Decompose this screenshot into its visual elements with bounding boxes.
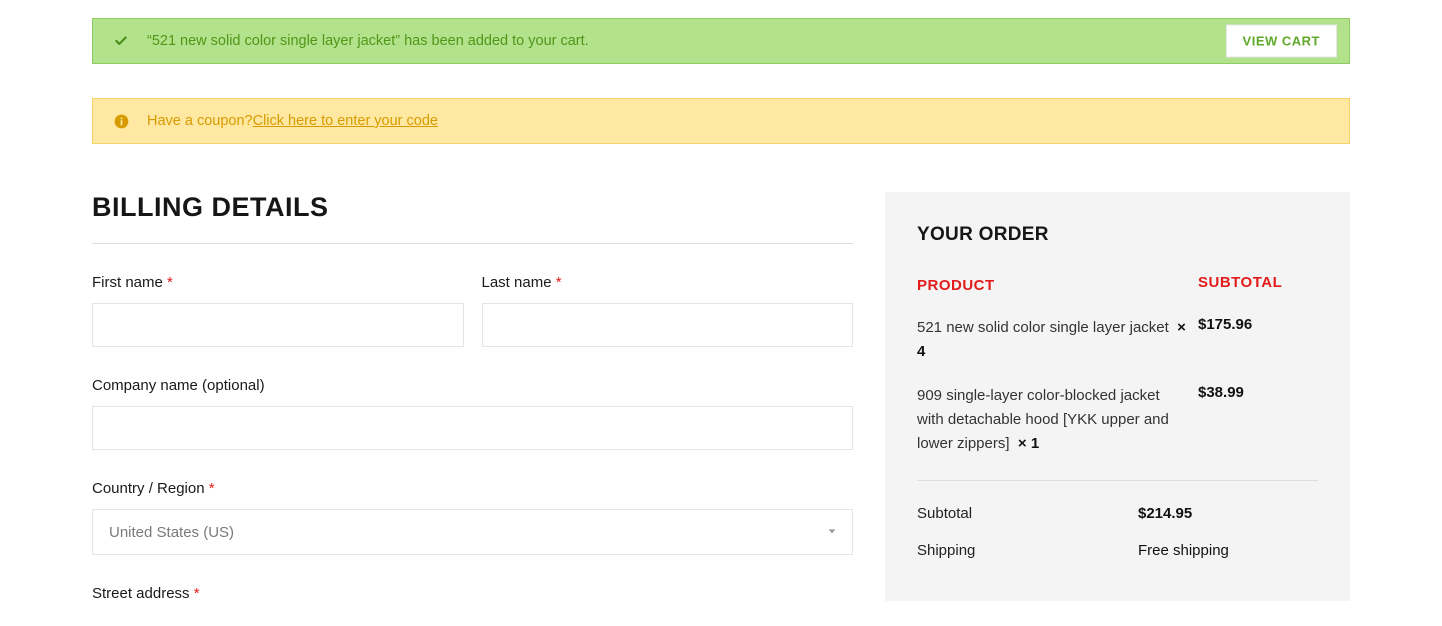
subtotal-row: Subtotal $214.95 bbox=[917, 495, 1318, 532]
shipping-row: Shipping Free shipping bbox=[917, 532, 1318, 569]
order-table-header: PRODUCT SUBTOTAL bbox=[917, 274, 1318, 316]
country-select[interactable]: United States (US) bbox=[92, 509, 853, 555]
order-item-name: 909 single-layer color-blocked jacket wi… bbox=[917, 384, 1198, 456]
order-item-price: $38.99 bbox=[1198, 384, 1318, 456]
last-name-label: Last name * bbox=[482, 274, 854, 291]
coupon-text: Have a coupon? bbox=[147, 113, 253, 129]
order-summary: YOUR ORDER PRODUCT SUBTOTAL 521 new soli… bbox=[885, 192, 1350, 601]
coupon-toggle-link[interactable]: Click here to enter your code bbox=[253, 113, 438, 129]
order-item-qty: × 1 bbox=[1018, 435, 1039, 452]
first-name-label: First name * bbox=[92, 274, 464, 291]
order-item: 521 new solid color single layer jacket … bbox=[917, 316, 1318, 384]
subtotal-label: Subtotal bbox=[917, 505, 1138, 522]
cart-added-alert: “521 new solid color single layer jacket… bbox=[92, 18, 1350, 64]
order-title: YOUR ORDER bbox=[917, 224, 1318, 246]
product-header: PRODUCT bbox=[917, 274, 1198, 298]
view-cart-button[interactable]: VIEW CART bbox=[1226, 25, 1337, 58]
company-name-input[interactable] bbox=[92, 406, 853, 450]
order-divider: Subtotal $214.95 Shipping Free shipping bbox=[917, 480, 1318, 569]
country-label: Country / Region * bbox=[92, 480, 853, 497]
shipping-value: Free shipping bbox=[1138, 542, 1318, 559]
order-item-name: 521 new solid color single layer jacket … bbox=[917, 316, 1198, 364]
billing-title: BILLING DETAILS bbox=[92, 192, 853, 223]
coupon-alert: Have a coupon? Click here to enter your … bbox=[92, 98, 1350, 144]
subtotal-value: $214.95 bbox=[1138, 505, 1318, 522]
order-item: 909 single-layer color-blocked jacket wi… bbox=[917, 384, 1318, 476]
shipping-label: Shipping bbox=[917, 542, 1138, 559]
check-icon bbox=[113, 33, 129, 49]
subtotal-header: SUBTOTAL bbox=[1198, 274, 1318, 298]
cart-added-message: “521 new solid color single layer jacket… bbox=[147, 33, 589, 49]
order-item-price: $175.96 bbox=[1198, 316, 1318, 364]
company-name-label: Company name (optional) bbox=[92, 377, 853, 394]
first-name-input[interactable] bbox=[92, 303, 464, 347]
billing-section: BILLING DETAILS First name * Last name *… bbox=[92, 192, 853, 614]
info-icon bbox=[113, 113, 129, 129]
last-name-input[interactable] bbox=[482, 303, 854, 347]
billing-divider bbox=[92, 243, 853, 244]
street-address-label: Street address * bbox=[92, 585, 853, 602]
